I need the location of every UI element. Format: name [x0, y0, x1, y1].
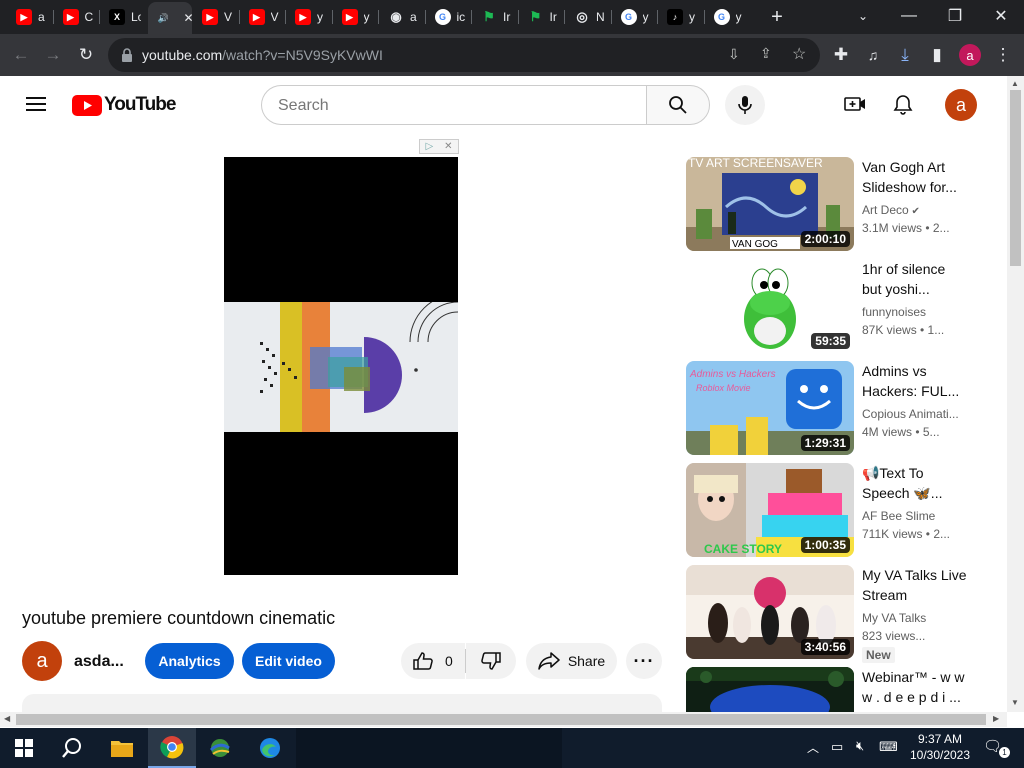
volume-muted-icon[interactable]: 🔇︎ — [856, 738, 864, 754]
recommended-video-card[interactable]: 3:40:56 My VA Talks Live Stream My VA Talk… — [686, 565, 996, 663]
video-thumbnail[interactable]: TV ART SCREENSAVER VAN GOG 2:00:10 — [686, 157, 854, 251]
recommended-video-meta: 711K views • 2... — [862, 527, 951, 541]
horizontal-scrollbar[interactable]: ◀ ▶ — [0, 712, 1007, 727]
recommended-video-card[interactable]: Admins vs Hackers Roblox Movie 1:29:31 Admi… — [686, 361, 996, 455]
clock-date: 10/30/2023 — [909, 748, 971, 762]
horizontal-scroll-thumb[interactable] — [16, 714, 986, 725]
vertical-scroll-thumb[interactable] — [1010, 90, 1021, 266]
scroll-up-arrow[interactable]: ▲ — [1011, 79, 1019, 88]
recommended-video-meta: 4M views • 5... — [862, 425, 940, 439]
recommended-video-card[interactable]: Webinar™ - w w w . d e e p d i ... — [686, 667, 996, 712]
thumb-caption-bottom: Roblox Movie — [696, 383, 751, 393]
recommended-channel-text: My VA Talks — [862, 611, 927, 625]
recommended-video-card[interactable]: 59:35 1hr of silence but yoshi... funnynoi… — [686, 259, 996, 353]
video-duration: 1:29:31 — [800, 435, 850, 451]
recommended-channel-text: AF Bee Slime — [862, 509, 936, 523]
scroll-down-arrow[interactable]: ▼ — [1011, 698, 1019, 707]
recommended-video-card[interactable]: TV ART SCREENSAVER VAN GOG 2:00:10 Van Gogh… — [686, 157, 996, 251]
video-duration: 59:35 — [811, 333, 850, 349]
show-hidden-icons-icon[interactable]: ︿ — [807, 739, 819, 756]
scroll-right-arrow[interactable]: ▶ — [993, 714, 999, 723]
network-app-button[interactable] — [196, 728, 244, 768]
scroll-left-arrow[interactable]: ◀ — [4, 714, 10, 723]
keyboard-icon[interactable]: ⌨ — [879, 739, 898, 755]
recommended-channel-name[interactable]: Copious Animati... — [862, 407, 959, 421]
new-badge: New — [862, 647, 895, 663]
chrome-taskbar-button[interactable] — [148, 728, 196, 768]
recommended-channel-name[interactable]: funnynoises — [862, 305, 926, 319]
globe-app-icon — [209, 739, 230, 757]
recommended-channel-text: Copious Animati... — [862, 407, 959, 421]
video-thumbnail[interactable]: 59:35 — [686, 259, 854, 353]
video-duration: 1:00:35 — [800, 537, 850, 553]
recommended-channel-name[interactable]: AF Bee Slime — [862, 509, 935, 523]
clock-time: 9:37 AM — [917, 732, 963, 746]
recommended-video-title[interactable]: 📢Text To Speech 🦋... — [862, 463, 968, 503]
recommended-video-meta: 823 views... — [862, 629, 926, 643]
video-duration: 3:40:56 — [800, 639, 850, 655]
recommended-channel-text: funnynoises — [862, 305, 927, 319]
recommended-video-title[interactable]: 1hr of silence but yoshi... — [862, 259, 968, 299]
video-thumbnail[interactable]: Admins vs Hackers Roblox Movie 1:29:31 — [686, 361, 854, 455]
edge-icon — [260, 738, 280, 758]
recommended-video-title[interactable]: Webinar™ - w w w . d e e p d i ... — [862, 667, 968, 707]
windows-taskbar: ︿ ▭ 🔇︎ ⌨ 9:37 AM 10/30/2023 🗨︎ 1 — [0, 728, 1024, 768]
thumb-caption-top: Admins vs Hackers — [689, 369, 776, 380]
windows-logo-icon — [15, 739, 33, 757]
video-duration: 2:00:10 — [800, 231, 850, 247]
taskbar-search-button[interactable] — [48, 728, 96, 768]
clock[interactable]: 9:37 AM 10/30/2023 — [908, 731, 972, 763]
file-explorer-button[interactable] — [98, 728, 146, 768]
thumb-caption-bottom: VAN GOG — [732, 239, 778, 250]
recommended-channel-name[interactable]: Art Deco ✔ — [862, 203, 920, 217]
chrome-icon — [160, 736, 184, 759]
taskbar-empty-area — [296, 728, 562, 768]
thumb-caption-bottom: CAKE STORY — [704, 542, 782, 556]
recommended-video-card[interactable]: CAKE STORY 1:00:35 📢Text To Speech 🦋... AF … — [686, 463, 996, 557]
recommended-video-meta: 87K views • 1... — [862, 323, 945, 337]
network-status-icon[interactable]: ▭ — [831, 739, 843, 755]
recommended-channel-name[interactable]: My VA Talks — [862, 611, 926, 625]
recommended-channel-text: Art Deco — [862, 203, 909, 217]
edge-taskbar-button[interactable] — [246, 728, 294, 768]
folder-icon — [111, 741, 133, 757]
recommended-video-title[interactable]: Van Gogh Art Slideshow for... — [862, 157, 968, 197]
recommendations-list: TV ART SCREENSAVER VAN GOG 2:00:10 Van Gogh… — [0, 0, 1007, 712]
recommended-video-meta: 3.1M views • 2... — [862, 221, 950, 235]
vertical-scrollbar[interactable]: ▲ ▼ — [1007, 76, 1024, 712]
video-thumbnail[interactable]: 3:40:56 — [686, 565, 854, 659]
taskbar-search-icon — [62, 738, 81, 758]
verified-check-icon: ✔ — [908, 206, 920, 217]
start-button[interactable] — [0, 728, 48, 768]
notification-count-badge: 1 — [999, 747, 1010, 758]
thumb-caption-top: TV ART SCREENSAVER — [688, 157, 823, 170]
recommended-video-title[interactable]: Admins vs Hackers: FUL... — [862, 361, 968, 401]
video-thumbnail[interactable] — [686, 667, 854, 712]
recommended-video-title[interactable]: My VA Talks Live Stream — [862, 565, 968, 605]
video-thumbnail[interactable]: CAKE STORY 1:00:35 — [686, 463, 854, 557]
